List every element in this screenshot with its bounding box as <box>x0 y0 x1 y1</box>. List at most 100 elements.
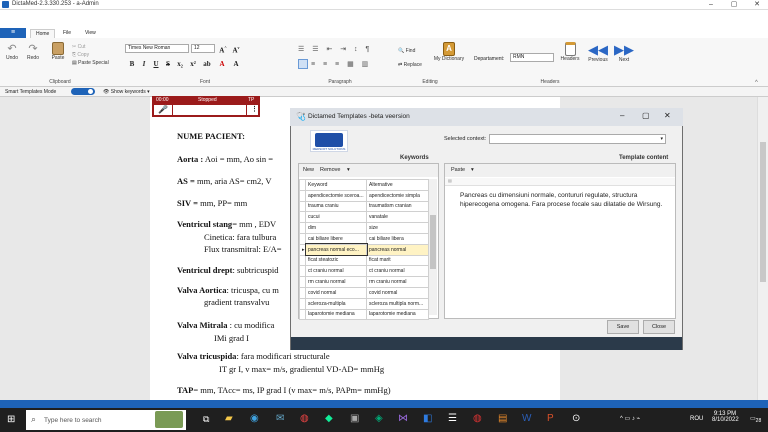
dialog-minimize-icon[interactable]: – <box>620 111 624 120</box>
app-icon-red[interactable]: ◍ <box>473 413 482 424</box>
table-row[interactable]: covid normal covid normal <box>299 286 429 299</box>
remove-button[interactable]: Remove <box>320 164 340 177</box>
close-button[interactable]: Close <box>643 320 675 334</box>
table-row[interactable]: apendicectomie sceroa... apendicectomie s… <box>299 189 429 202</box>
bold-icon[interactable]: B <box>128 60 136 68</box>
document-line[interactable]: Ventricul drept: subtricuspid <box>177 265 279 275</box>
document-line[interactable]: Cinetica: fara tulbura <box>204 232 276 242</box>
document-line[interactable]: AS = mm, aria AS= cm2, V <box>177 176 272 186</box>
table-row[interactable]: rm craniu normal rm craniu normal <box>299 276 429 288</box>
keyword-cell[interactable]: pancreas normal eco... <box>304 243 368 257</box>
tab-view[interactable]: View <box>80 29 101 38</box>
table-row[interactable]: laparotomie mediana laparotomie mediana <box>299 308 429 321</box>
keyword-cell[interactable]: dim <box>305 222 367 234</box>
template-text[interactable]: Pancreas cu dimensiuni normale, conturur… <box>460 192 665 209</box>
document-line[interactable]: IMi grad I <box>214 333 249 343</box>
keyword-cell[interactable]: laparotomie mediana <box>305 308 367 321</box>
font-name-select[interactable]: Times New Roman <box>125 44 189 53</box>
subscript-icon[interactable]: x₂ <box>176 60 184 68</box>
keyword-cell[interactable]: rm craniu normal <box>305 276 367 288</box>
smart-templates-toggle[interactable] <box>71 88 95 95</box>
document-line[interactable]: Valva Aortica: tricuspa, cu m <box>177 285 279 295</box>
keyword-cell[interactable]: covid normal <box>305 286 367 299</box>
keyword-cell[interactable]: cucui <box>305 211 367 224</box>
new-button[interactable]: New <box>303 164 314 177</box>
find-button[interactable]: 🔍 Find <box>398 44 422 58</box>
document-line[interactable]: Aorta : Aoi = mm, Ao sin = <box>177 154 273 164</box>
document-line[interactable]: SIV = mm, PP= mm <box>177 198 247 208</box>
keyword-cell[interactable]: apendicectomie sceroa... <box>305 189 367 202</box>
windows-start-icon[interactable]: ⊞ <box>7 414 15 425</box>
font-color-icon[interactable]: A <box>218 60 226 68</box>
shrink-font-icon[interactable]: Av <box>232 45 240 54</box>
file-explorer-icon[interactable]: ▰ <box>225 413 233 424</box>
microphone-icon[interactable]: 🎤 <box>158 105 168 114</box>
document-line[interactable]: NUME PACIENT: <box>177 131 245 141</box>
keyword-cell[interactable]: ficat steatozic <box>305 254 367 267</box>
dialog-close-icon[interactable]: ✕ <box>664 111 671 120</box>
redo-button[interactable]: ↷ Redo <box>24 42 42 61</box>
grow-font-icon[interactable]: A^ <box>219 45 227 54</box>
file-menu-button[interactable]: ≡ <box>0 28 26 38</box>
task-view-icon[interactable]: ⧉ <box>203 414 209 425</box>
paste-button[interactable]: Paste <box>48 42 68 61</box>
cut-button[interactable]: ✂ Cut <box>72 43 109 51</box>
alternative-cell[interactable]: ct craniu normal <box>366 265 429 278</box>
save-button[interactable]: Save <box>607 320 639 334</box>
keywords-scrollbar[interactable] <box>429 179 437 315</box>
app-icon-gray[interactable]: ▣ <box>350 413 359 424</box>
context-select[interactable]: ▾ <box>489 134 666 144</box>
vertical-scrollbar[interactable] <box>757 97 768 400</box>
collapse-ribbon-icon[interactable]: ^ <box>755 80 758 86</box>
keyword-cell[interactable]: ct craniu normal <box>305 265 367 278</box>
chevron-down-icon[interactable]: ▾ <box>347 164 350 177</box>
document-line[interactable]: Ventricul stang= mm , EDV <box>177 219 276 229</box>
department-select[interactable]: RMN <box>510 53 554 62</box>
powerpoint-icon[interactable]: P <box>547 413 554 424</box>
alignment-icons[interactable]: ≡ ≡ ≡ ▦ ▥ <box>311 60 371 68</box>
alternative-cell[interactable]: scleroza multipla norm... <box>366 297 429 310</box>
underline-icon[interactable]: U <box>152 60 160 68</box>
app-icon-blue[interactable]: ◧ <box>423 413 432 424</box>
strikethrough-icon[interactable]: S <box>164 60 172 68</box>
system-tray-icons[interactable]: ^ ▭ ♪ ⌁ <box>620 415 640 422</box>
paste-special-button[interactable]: ▤ Paste Special <box>72 59 109 67</box>
paste-template-button[interactable]: Paste <box>451 164 465 177</box>
column-keyword[interactable]: Keyword <box>305 179 367 191</box>
keywords-scrollbar-thumb[interactable] <box>430 215 436 269</box>
headers-button[interactable]: Headers <box>558 42 582 62</box>
replace-button[interactable]: ⇄ Replace <box>398 58 422 72</box>
table-row[interactable]: ficat steatozic ficat marit <box>299 254 429 267</box>
scrollbar-thumb[interactable] <box>760 142 766 282</box>
alternative-cell[interactable]: covid normal <box>366 286 429 299</box>
tab-file[interactable]: File <box>58 29 76 38</box>
highlight-icon[interactable]: ab <box>203 60 211 68</box>
keyword-cell[interactable]: scleroza-multipla <box>305 297 367 310</box>
alternative-cell[interactable]: traumatism cranian <box>366 200 429 213</box>
font-size-select[interactable]: 12 <box>191 44 215 53</box>
document-line[interactable]: IT gr I, v max= m/s, gradientul VD-AD= m… <box>219 364 384 374</box>
dictamed-taskbar-icon[interactable]: ⊙ <box>572 413 580 424</box>
language-indicator[interactable]: ROU <box>690 416 703 422</box>
table-row[interactable]: cai biliare libere cai biliare libera <box>299 232 429 245</box>
table-row[interactable]: dim size <box>299 222 429 234</box>
keyword-cell[interactable]: trauma craniu <box>305 200 367 213</box>
undo-button[interactable]: ↶ Undo <box>3 42 21 61</box>
previous-button[interactable]: ◀◀ Previous <box>586 42 610 63</box>
alternative-cell[interactable]: laparotomie mediana <box>366 308 429 321</box>
word-icon[interactable]: W <box>522 413 531 424</box>
dialog-maximize-icon[interactable]: ▢ <box>642 111 650 120</box>
close-icon[interactable]: ✕ <box>746 0 768 10</box>
align-left-icon[interactable] <box>298 59 308 69</box>
alternative-cell[interactable]: cai biliare libera <box>366 232 429 245</box>
next-button[interactable]: ▶▶ Next <box>612 42 636 63</box>
visual-studio-icon[interactable]: ⋈ <box>398 413 408 424</box>
alternative-cell[interactable]: vanatale <box>366 211 429 224</box>
superscript-icon[interactable]: x² <box>189 60 197 68</box>
italic-icon[interactable]: I <box>140 60 148 68</box>
chevron-down-icon[interactable]: ▾ <box>471 164 474 177</box>
table-row[interactable]: scleroza-multipla scleroza multipla norm.… <box>299 297 429 310</box>
alternative-cell[interactable]: apendicectomie simpla <box>366 189 429 202</box>
keyword-cell[interactable]: cai biliare libere <box>305 232 367 245</box>
edge-icon[interactable]: ◉ <box>250 413 259 424</box>
